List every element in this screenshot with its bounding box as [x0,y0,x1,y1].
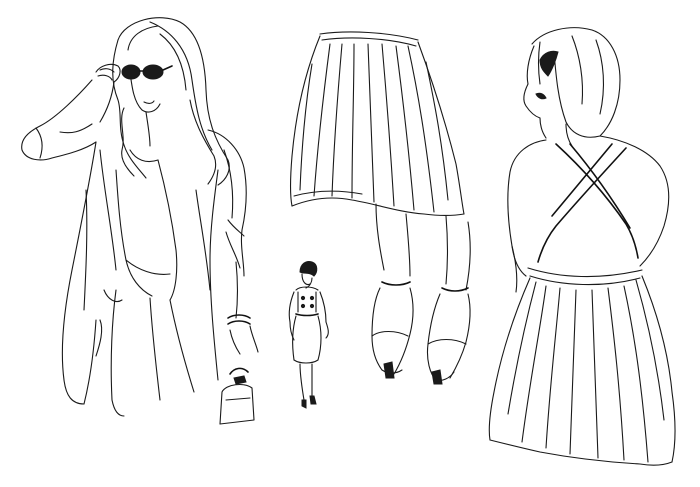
pleated-skirt-with-heels [289,31,471,385]
fashion-sketch-illustration [21,17,676,466]
woman-with-sunglasses-figure [21,17,259,425]
right-high-heel-icon [426,293,471,385]
woman-back-view-dress [488,27,676,466]
sunglasses-icon [121,64,173,80]
small-walking-figure [288,261,329,409]
handbag-icon [219,367,255,425]
left-high-heel-icon [371,287,414,379]
sketch-canvas [0,0,700,487]
